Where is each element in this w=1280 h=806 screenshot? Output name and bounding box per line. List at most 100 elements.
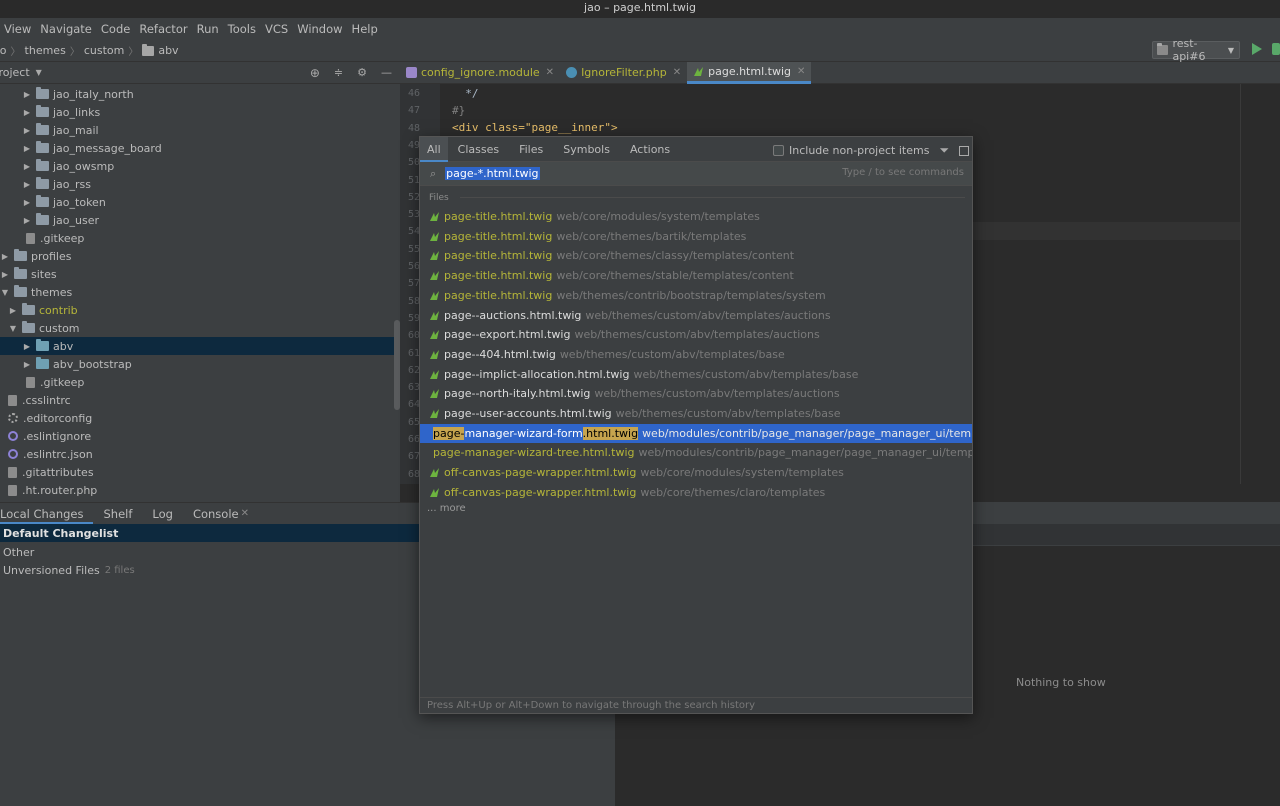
expand-right-icon[interactable]: ▶ [22,216,32,225]
tree-item[interactable]: ▶ abv [0,337,400,355]
tree-item[interactable]: ▶ jao_rss [0,175,400,193]
close-icon[interactable]: ✕ [673,67,681,78]
tree-item[interactable]: .gitattributes [0,463,400,481]
minimize-icon[interactable]: — [381,66,392,79]
tree-item[interactable]: .csslintrc [0,391,400,409]
tree-item[interactable]: ▶ jao_mail [0,121,400,139]
expand-right-icon[interactable]: ▶ [8,306,18,315]
search-result-item[interactable]: page-title.html.twig web/core/themes/clas… [420,246,972,265]
tree-item[interactable]: ▼ custom [0,319,400,337]
search-result-item[interactable]: page--auctions.html.twig web/themes/custo… [420,306,972,325]
changelist-unversioned[interactable]: Unversioned Files 2 files [0,561,420,579]
search-result-item[interactable]: off-canvas-page-wrapper.html.twig web/cor… [420,463,972,482]
tab-console[interactable]: Console [183,503,241,525]
breadcrumb-item[interactable]: jao [0,44,7,57]
search-result-item[interactable]: page--implict-allocation.html.twig web/th… [420,365,972,384]
tree-item[interactable]: .eslintrc.json [0,445,400,463]
menu-vcs[interactable]: VCS [265,22,288,36]
tree-item[interactable]: ▼ themes [0,283,400,301]
expand-right-icon[interactable]: ▶ [22,180,32,189]
search-result-item[interactable]: page--export.html.twig web/themes/custom/… [420,325,972,344]
tab-all[interactable]: All [420,136,448,162]
expand-right-icon[interactable]: ▶ [22,360,32,369]
close-icon[interactable]: ✕ [797,66,805,77]
search-result-item[interactable]: off-canvas-page-wrapper.html.twig web/cor… [420,483,972,502]
tree-item[interactable]: ▶ abv_bootstrap [0,355,400,373]
expand-right-icon[interactable]: ▶ [0,270,10,279]
tab-classes[interactable]: Classes [448,137,509,162]
changelist-default[interactable]: Default Changelist [0,524,420,542]
search-result-item[interactable]: page-title.html.twig web/core/modules/sys… [420,207,972,226]
checkbox[interactable] [773,145,784,156]
search-result-item[interactable]: page-manager-wizard-form.html.twig web/mo… [420,423,972,443]
tree-item[interactable]: ▶ sites [0,265,400,283]
search-result-item[interactable]: page--user-accounts.html.twig web/themes/… [420,404,972,423]
debug-icon[interactable] [1272,43,1280,55]
close-icon[interactable]: ✕ [241,508,249,519]
collapse-icon[interactable]: ≑ [334,66,343,79]
menu-refactor[interactable]: Refactor [139,22,187,36]
tree-item[interactable]: .editorconfig [0,409,400,427]
filter-icon[interactable]: ⏷ [939,143,949,158]
menu-navigate[interactable]: Navigate [40,22,92,36]
tree-item[interactable]: .ht.router.php [0,481,400,499]
tab-symbols[interactable]: Symbols [553,137,620,162]
tab-ignorefilter-php[interactable]: IgnoreFilter.php ✕ [560,62,687,84]
tree-item[interactable]: ▶ jao_user [0,211,400,229]
gear-icon[interactable]: ⚙ [357,66,367,79]
tree-item[interactable]: .gitkeep [0,373,400,391]
menu-view[interactable]: View [4,22,31,36]
tree-item[interactable]: ▶ jao_owsmp [0,157,400,175]
tree-item[interactable]: ▶ jao_token [0,193,400,211]
breadcrumb-item[interactable]: custom [84,44,125,57]
run-icon[interactable] [1252,43,1262,55]
expand-right-icon[interactable]: ▶ [22,90,32,99]
expand-right-icon[interactable]: ▶ [22,126,32,135]
tab-page-html-twig[interactable]: page.html.twig ✕ [687,61,812,84]
tree-item[interactable]: .eslintignore [0,427,400,445]
expand-right-icon[interactable]: ▶ [22,144,32,153]
tab-local-changes[interactable]: Local Changes [0,503,94,525]
tab-actions[interactable]: Actions [620,137,680,162]
tab-files[interactable]: Files [509,137,553,162]
tree-item[interactable]: ▶ contrib [0,301,400,319]
include-non-project-checkbox[interactable]: Include non-project items ⏷ [773,143,970,158]
menu-code[interactable]: Code [101,22,130,36]
expand-down-icon[interactable]: ▼ [8,324,18,333]
menu-run[interactable]: Run [197,22,219,36]
changelist-other[interactable]: Other [0,543,420,561]
close-icon[interactable]: ✕ [546,67,554,78]
breadcrumb-item[interactable]: abv [158,44,178,57]
expand-right-icon[interactable]: ▶ [22,162,32,171]
locate-icon[interactable]: ⊕ [310,66,320,80]
chevron-down-icon[interactable]: ▼ [36,68,42,77]
open-in-window-icon[interactable] [959,145,970,156]
search-result-item[interactable]: page--404.html.twig web/themes/custom/abv… [420,345,972,364]
menu-help[interactable]: Help [352,22,378,36]
tab-log[interactable]: Log [142,503,183,525]
tree-item[interactable]: .gitkeep [0,229,400,247]
project-panel-title[interactable]: Project [0,66,30,79]
search-result-item[interactable]: page-title.html.twig web/core/themes/bart… [420,227,972,246]
expand-right-icon[interactable]: ▶ [22,342,32,351]
expand-right-icon[interactable]: ▶ [0,252,10,261]
breadcrumb-item[interactable]: themes [25,44,66,57]
search-result-item[interactable]: page-title.html.twig web/core/themes/stab… [420,266,972,285]
tree-item[interactable]: ▶ profiles [0,247,400,265]
expand-right-icon[interactable]: ▶ [22,108,32,117]
tree-item[interactable]: ▶ jao_italy_north [0,85,400,103]
expand-down-icon[interactable]: ▼ [0,288,10,297]
search-result-item[interactable]: page-manager-wizard-tree.html.twig web/mo… [420,443,972,462]
search-input[interactable]: page-*.html.twig [445,167,540,180]
menu-window[interactable]: Window [297,22,342,36]
tree-item[interactable]: ▶ jao_message_board [0,139,400,157]
search-result-item[interactable]: page-title.html.twig web/themes/contrib/b… [420,286,972,305]
run-configuration-select[interactable]: rest-api#6 ▼ [1152,37,1240,63]
expand-right-icon[interactable]: ▶ [22,198,32,207]
tab-shelf[interactable]: Shelf [93,503,142,525]
more-link[interactable]: ... more [427,503,466,514]
menu-tools[interactable]: Tools [228,22,256,36]
search-result-item[interactable]: page--north-italy.html.twig web/themes/cu… [420,384,972,403]
tree-item[interactable]: ▶ jao_links [0,103,400,121]
tab-config-ignore-module[interactable]: config_ignore.module ✕ [400,62,560,84]
